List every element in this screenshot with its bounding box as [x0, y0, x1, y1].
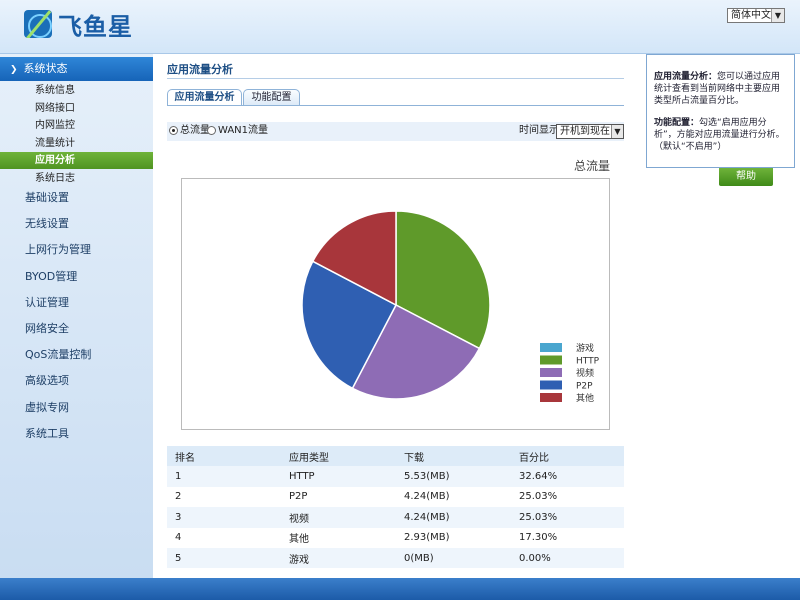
page-title: 应用流量分析	[167, 63, 233, 76]
header: 飞鱼星 简体中文 ▼	[0, 0, 800, 54]
table-header-cell: 排名	[167, 446, 281, 467]
table-cell: 4	[167, 527, 281, 548]
sidebar-menu-item[interactable]: 认证管理	[25, 294, 145, 312]
sidebar-section-system-status[interactable]: ❯ 系统状态	[0, 57, 153, 81]
traffic-table: 排名 应用类型 下载 百分比 1 HTTP 5.53(MB) 32.64% 2 P2P 4.24(…	[167, 446, 624, 569]
legend-swatch	[540, 368, 562, 377]
logo-mark-icon	[24, 10, 52, 38]
table-cell: 5	[167, 547, 281, 569]
legend-label: 游戏	[576, 342, 594, 354]
radio-wan1-label: WAN1流量	[218, 125, 269, 136]
table-row: 4 其他 2.93(MB) 17.30%	[167, 527, 624, 548]
sidebar-menu-item[interactable]: BYOD管理	[25, 268, 145, 286]
sidebar-menu-item[interactable]: 网络安全	[25, 320, 145, 338]
chevron-down-icon: ▼	[771, 9, 784, 22]
logo: 飞鱼星	[24, 8, 133, 41]
language-select[interactable]: 简体中文 ▼	[727, 8, 785, 23]
help-config-title: 功能配置：	[654, 118, 700, 128]
table-cell: P2P	[281, 486, 396, 508]
table-cell: HTTP	[281, 466, 396, 487]
table-cell: 游戏	[281, 547, 396, 569]
legend-swatch	[540, 355, 562, 365]
legend-label: HTTP	[576, 357, 600, 367]
table-cell: 0.00%	[511, 547, 624, 569]
footer	[0, 578, 800, 600]
time-display-label: 时间显示	[519, 125, 559, 136]
radio-total-traffic[interactable]	[169, 126, 178, 135]
table-cell: 25.03%	[511, 486, 624, 508]
sidebar-subitem[interactable]: 系统信息	[0, 82, 153, 99]
legend-swatch	[540, 380, 562, 390]
table-row: 1 HTTP 5.53(MB) 32.64%	[167, 466, 624, 487]
table-cell: 25.03%	[511, 507, 624, 528]
table-cell: 5.53(MB)	[396, 466, 511, 487]
sidebar-menu-item[interactable]: 系统工具	[25, 425, 145, 443]
table-cell: 4.24(MB)	[396, 486, 511, 508]
sidebar-subitem[interactable]: 流量统计	[0, 135, 153, 152]
table-cell: 2	[167, 486, 281, 508]
sidebar-section-label: 系统状态	[23, 62, 68, 75]
sidebar-menu-item[interactable]: QoS流量控制	[25, 346, 145, 364]
tab-divider	[167, 105, 624, 106]
sidebar-menu-item[interactable]: 高级选项	[25, 372, 145, 390]
time-display-value: 开机到现在	[560, 126, 610, 137]
brand-name: 飞鱼星	[58, 12, 133, 41]
legend-label: 其他	[576, 392, 594, 404]
filter-bar: 总流量 WAN1流量 时间显示 开机到现在 ▼	[167, 122, 624, 141]
table-cell: 视频	[281, 507, 396, 528]
pie-chart: 游戏 HTTP视频 P2P其他	[301, 210, 600, 404]
sidebar-menu-item[interactable]: 虚拟专网	[25, 399, 145, 417]
sidebar-subitem[interactable]: 网络接口	[0, 100, 153, 117]
help-panel: 应用流量分析：您可以通过应用统计查看到当前网络中主要应用类型所占流量百分比。 功…	[646, 54, 795, 168]
table-cell: 2.93(MB)	[396, 527, 511, 548]
sidebar-menu-item[interactable]: 基础设置	[25, 189, 145, 207]
table-header-cell: 百分比	[511, 446, 624, 467]
table-row: 3 视频 4.24(MB) 25.03%	[167, 507, 624, 528]
legend-label: 视频	[576, 367, 594, 379]
pie-chart-container: 游戏 HTTP 视频 P2P 其他	[181, 178, 610, 430]
sidebar-menu-item[interactable]: 上网行为管理	[25, 241, 145, 259]
help-app-analysis-title: 应用流量分析：	[654, 72, 718, 82]
legend-swatch	[540, 393, 562, 402]
table-row: 2 P2P 4.24(MB) 25.03%	[167, 486, 624, 508]
table-header-cell: 应用类型	[281, 446, 396, 467]
sidebar-subitem[interactable]: 系统日志	[0, 170, 153, 187]
table-row: 5 游戏 0(MB) 0.00%	[167, 547, 624, 569]
legend-swatch	[540, 343, 562, 352]
table-cell: 0(MB)	[396, 547, 511, 569]
double-chevron-down-icon: ❯	[10, 65, 18, 75]
tab-app-traffic-analysis[interactable]: 应用流量分析	[167, 89, 242, 106]
table-cell: 17.30%	[511, 527, 624, 548]
radio-total-label: 总流量	[180, 125, 210, 136]
table-cell: 4.24(MB)	[396, 507, 511, 528]
time-display-select[interactable]: 开机到现在 ▼	[556, 124, 624, 139]
legend-label: P2P	[576, 382, 593, 392]
sidebar-menu-item[interactable]: 无线设置	[25, 215, 145, 233]
table-cell: 32.64%	[511, 466, 624, 487]
chart-title: 总流量	[574, 159, 611, 173]
table-cell: 3	[167, 507, 281, 528]
radio-wan1-traffic[interactable]	[207, 126, 216, 135]
sidebar-subitem[interactable]: 内网监控	[0, 117, 153, 134]
table-cell: 其他	[281, 527, 396, 548]
table-cell: 1	[167, 466, 281, 487]
help-button[interactable]: 帮助	[719, 168, 773, 186]
chevron-down-icon: ▼	[611, 125, 623, 138]
sidebar-subitem[interactable]: 应用分析	[0, 152, 153, 170]
title-divider	[167, 78, 624, 79]
sidebar: ❯ 系统状态 系统信息 网络接口 内网监控 流量统计 应用分析 系统日志 基础设置无线设置上…	[0, 54, 153, 578]
table-header-cell: 下载	[396, 446, 511, 467]
language-value: 简体中文	[731, 10, 771, 21]
tab-function-config[interactable]: 功能配置	[243, 89, 300, 106]
